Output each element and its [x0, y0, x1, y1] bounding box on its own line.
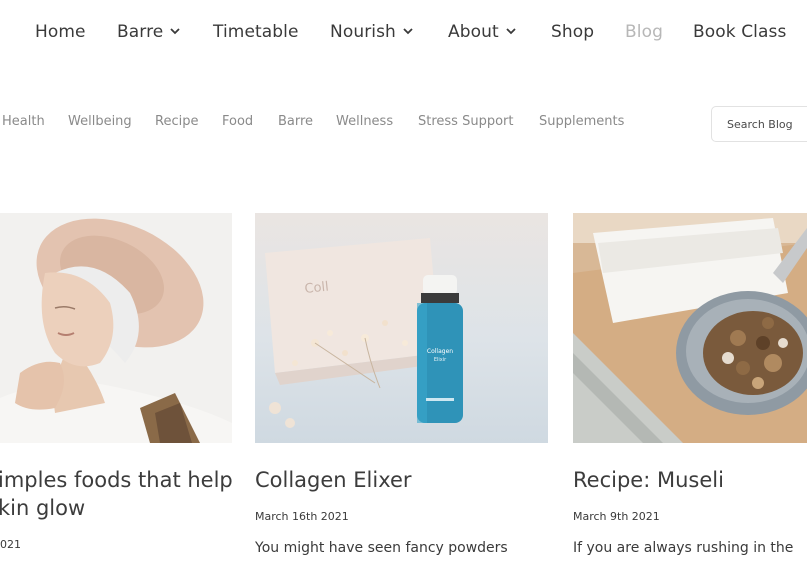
- post-title[interactable]: imples foods that help kin glow: [0, 466, 233, 522]
- muesli-bowl-photo: [573, 213, 807, 443]
- category-recipe[interactable]: Recipe: [155, 114, 198, 129]
- post-title[interactable]: Recipe: Museli: [573, 466, 724, 494]
- blog-category-filter: Health Wellbeing Recipe Food Barre Welln…: [0, 114, 700, 134]
- collagen-elixir-bottle-photo: Coll Collagen Elixir: [255, 213, 548, 443]
- category-wellness[interactable]: Wellness: [336, 114, 393, 129]
- category-supplements[interactable]: Supplements: [539, 114, 624, 129]
- nav-item-label: Home: [35, 22, 86, 42]
- nav-item-blog[interactable]: Blog: [625, 22, 663, 42]
- post-title-line: Recipe: Museli: [573, 468, 724, 492]
- post-title[interactable]: Collagen Elixer: [255, 466, 412, 494]
- post-date: 021: [0, 538, 21, 551]
- nav-item-label: Shop: [551, 22, 595, 42]
- nav-item-about[interactable]: About: [448, 22, 516, 42]
- chevron-down-icon: [403, 26, 413, 36]
- nav-item-shop[interactable]: Shop: [551, 22, 594, 42]
- chevron-down-icon: [506, 26, 516, 36]
- post-title-line: imples foods that help: [0, 468, 233, 492]
- nav-item-label: Barre: [117, 22, 164, 42]
- category-food[interactable]: Food: [222, 114, 253, 129]
- nav-item-barre[interactable]: Barre: [117, 22, 180, 42]
- post-thumbnail-image[interactable]: [573, 213, 807, 443]
- nav-item-label: Nourish: [330, 22, 396, 42]
- bottle-label-text: Elixir: [434, 357, 447, 363]
- nav-item-timetable[interactable]: Timetable: [213, 22, 299, 42]
- box-brand-text: Coll: [304, 280, 330, 297]
- post-title-line: kin glow: [0, 496, 86, 520]
- chevron-down-icon: [170, 26, 180, 36]
- post-excerpt: If you are always rushing in the: [573, 540, 794, 556]
- bottle-label-text: Collagen: [427, 348, 453, 355]
- category-barre[interactable]: Barre: [278, 114, 313, 129]
- post-excerpt: You might have seen fancy powders: [255, 540, 508, 556]
- post-thumbnail-image[interactable]: Coll Collagen Elixir: [255, 213, 548, 443]
- category-health[interactable]: Health: [2, 114, 45, 129]
- elderly-woman-in-hat-photo: [0, 213, 232, 443]
- post-date: March 9th 2021: [573, 510, 660, 523]
- category-stress-support[interactable]: Stress Support: [418, 114, 513, 129]
- nav-item-nourish[interactable]: Nourish: [330, 22, 413, 42]
- nav-item-label: Timetable: [213, 22, 299, 42]
- nav-item-home[interactable]: Home: [35, 22, 86, 42]
- nav-item-label: About: [448, 22, 499, 42]
- post-thumbnail-image[interactable]: [0, 213, 232, 443]
- main-navigation: Home Barre Timetable Nourish About Shop …: [0, 0, 807, 66]
- category-wellbeing[interactable]: Wellbeing: [68, 114, 132, 129]
- nav-item-book-class[interactable]: Book Class: [693, 22, 786, 42]
- post-title-line: Collagen Elixer: [255, 468, 412, 492]
- nav-item-label: Book Class: [693, 22, 787, 42]
- search-blog-input[interactable]: [711, 106, 807, 142]
- post-date: March 16th 2021: [255, 510, 349, 523]
- nav-item-label: Blog: [625, 22, 663, 42]
